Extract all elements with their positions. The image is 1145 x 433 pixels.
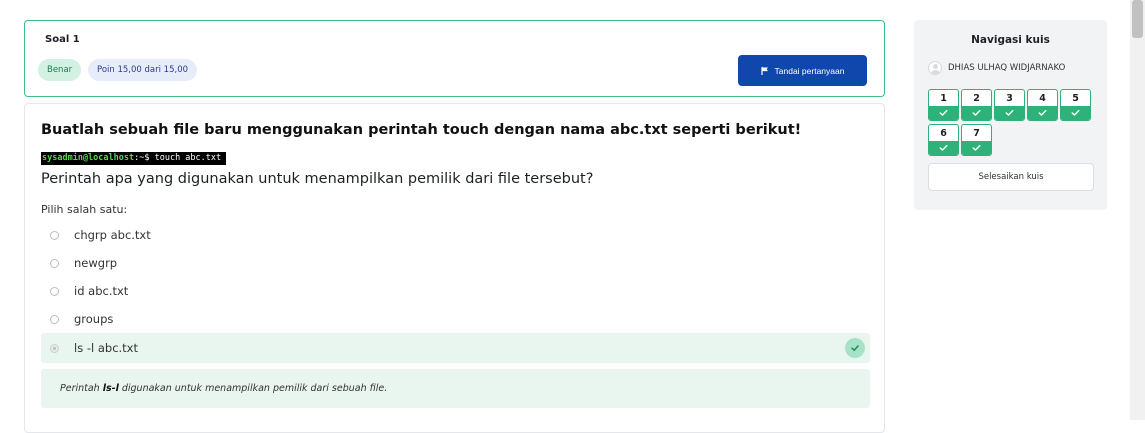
radio-button[interactable] <box>50 314 59 324</box>
question-content: Buatlah sebuah file baru menggunakan per… <box>24 103 885 433</box>
answer-option[interactable]: groups <box>41 305 870 333</box>
status-badge: Benar <box>38 59 82 81</box>
quiz-navigation-title: Navigasi kuis <box>971 34 1050 46</box>
feedback-text-after: digunakan untuk menampilkan pemilik dari… <box>121 383 388 394</box>
question-heading: Buatlah sebuah file baru menggunakan per… <box>41 122 802 138</box>
answer-option[interactable]: id abc.txt <box>41 277 870 305</box>
answer-feedback: Perintah ls-l digunakan untuk menampilka… <box>41 369 870 408</box>
flag-question-label: Tandai pertanyaan <box>774 65 845 76</box>
answer-option-label: groups <box>74 312 114 326</box>
answer-option[interactable]: newgrp <box>41 249 870 277</box>
quiz-nav-number: 5 <box>1072 93 1079 104</box>
check-icon <box>995 106 1024 120</box>
quiz-nav-button[interactable]: 4 <box>1027 89 1058 121</box>
quiz-navigation-panel: Navigasi kuis DHIAS ULHAQ WIDJARNAKO 1 2 3… <box>914 20 1107 210</box>
answer-option-label: ls -l abc.txt <box>74 341 138 355</box>
check-icon <box>1061 106 1090 120</box>
check-icon <box>962 106 991 120</box>
radio-button[interactable] <box>50 230 59 240</box>
finish-quiz-button[interactable]: Selesaikan kuis <box>928 163 1094 191</box>
quiz-nav-number: 7 <box>973 128 980 139</box>
question-number: Soal 1 <box>45 34 80 45</box>
quiz-nav-button[interactable]: 3 <box>994 89 1025 121</box>
answer-option-label: newgrp <box>74 256 118 270</box>
user-name: DHIAS ULHAQ WIDJARNAKO <box>948 63 1066 73</box>
quiz-nav-number: 3 <box>1006 93 1013 104</box>
feedback-text-before: Perintah <box>60 383 100 394</box>
quiz-nav-number: 2 <box>973 93 980 104</box>
answer-option-label: chgrp abc.txt <box>74 228 151 242</box>
quiz-nav-button[interactable]: 5 <box>1060 89 1091 121</box>
answer-option[interactable]: chgrp abc.txt <box>41 221 870 249</box>
choose-one-label: Pilih salah satu: <box>41 203 128 216</box>
radio-button[interactable] <box>50 286 59 296</box>
check-icon <box>929 141 958 155</box>
quiz-nav-number: 6 <box>940 128 947 139</box>
page-scrollbar[interactable] <box>1130 0 1145 420</box>
answer-option-selected[interactable]: ls -l abc.txt <box>41 333 870 363</box>
feedback-command: ls-l <box>102 383 119 394</box>
radio-button-selected[interactable] <box>50 343 59 353</box>
points-badge: Poin 15,00 dari 15,00 <box>88 59 198 81</box>
check-icon <box>845 338 865 358</box>
answer-option-label: id abc.txt <box>74 284 129 298</box>
quiz-nav-button[interactable]: 1 <box>928 89 959 121</box>
flag-question-button[interactable]: Tandai pertanyaan <box>738 55 867 86</box>
question-info-panel: Soal 1 Benar Poin 15,00 dari 15,00 Tanda… <box>24 20 885 97</box>
scrollbar-thumb[interactable] <box>1132 0 1143 38</box>
quiz-nav-button[interactable]: 7 <box>961 124 992 156</box>
terminal-command: :~$ touch abc.txt <box>134 153 222 163</box>
radio-button[interactable] <box>50 258 59 268</box>
quiz-nav-button[interactable]: 2 <box>961 89 992 121</box>
quiz-nav-button[interactable]: 6 <box>928 124 959 156</box>
check-icon <box>929 106 958 120</box>
flag-icon <box>760 66 768 75</box>
quiz-nav-number: 1 <box>940 93 947 104</box>
quiz-nav-number: 4 <box>1039 93 1046 104</box>
check-icon <box>962 141 991 155</box>
terminal-host: sysadmin@localhost <box>42 153 135 163</box>
check-icon <box>1028 106 1057 120</box>
avatar-icon <box>928 61 942 75</box>
user-info: DHIAS ULHAQ WIDJARNAKO <box>928 61 1065 75</box>
question-prompt: Perintah apa yang digunakan untuk menamp… <box>41 171 594 187</box>
terminal-snippet: sysadmin@localhost:~$ touch abc.txt <box>41 152 227 165</box>
